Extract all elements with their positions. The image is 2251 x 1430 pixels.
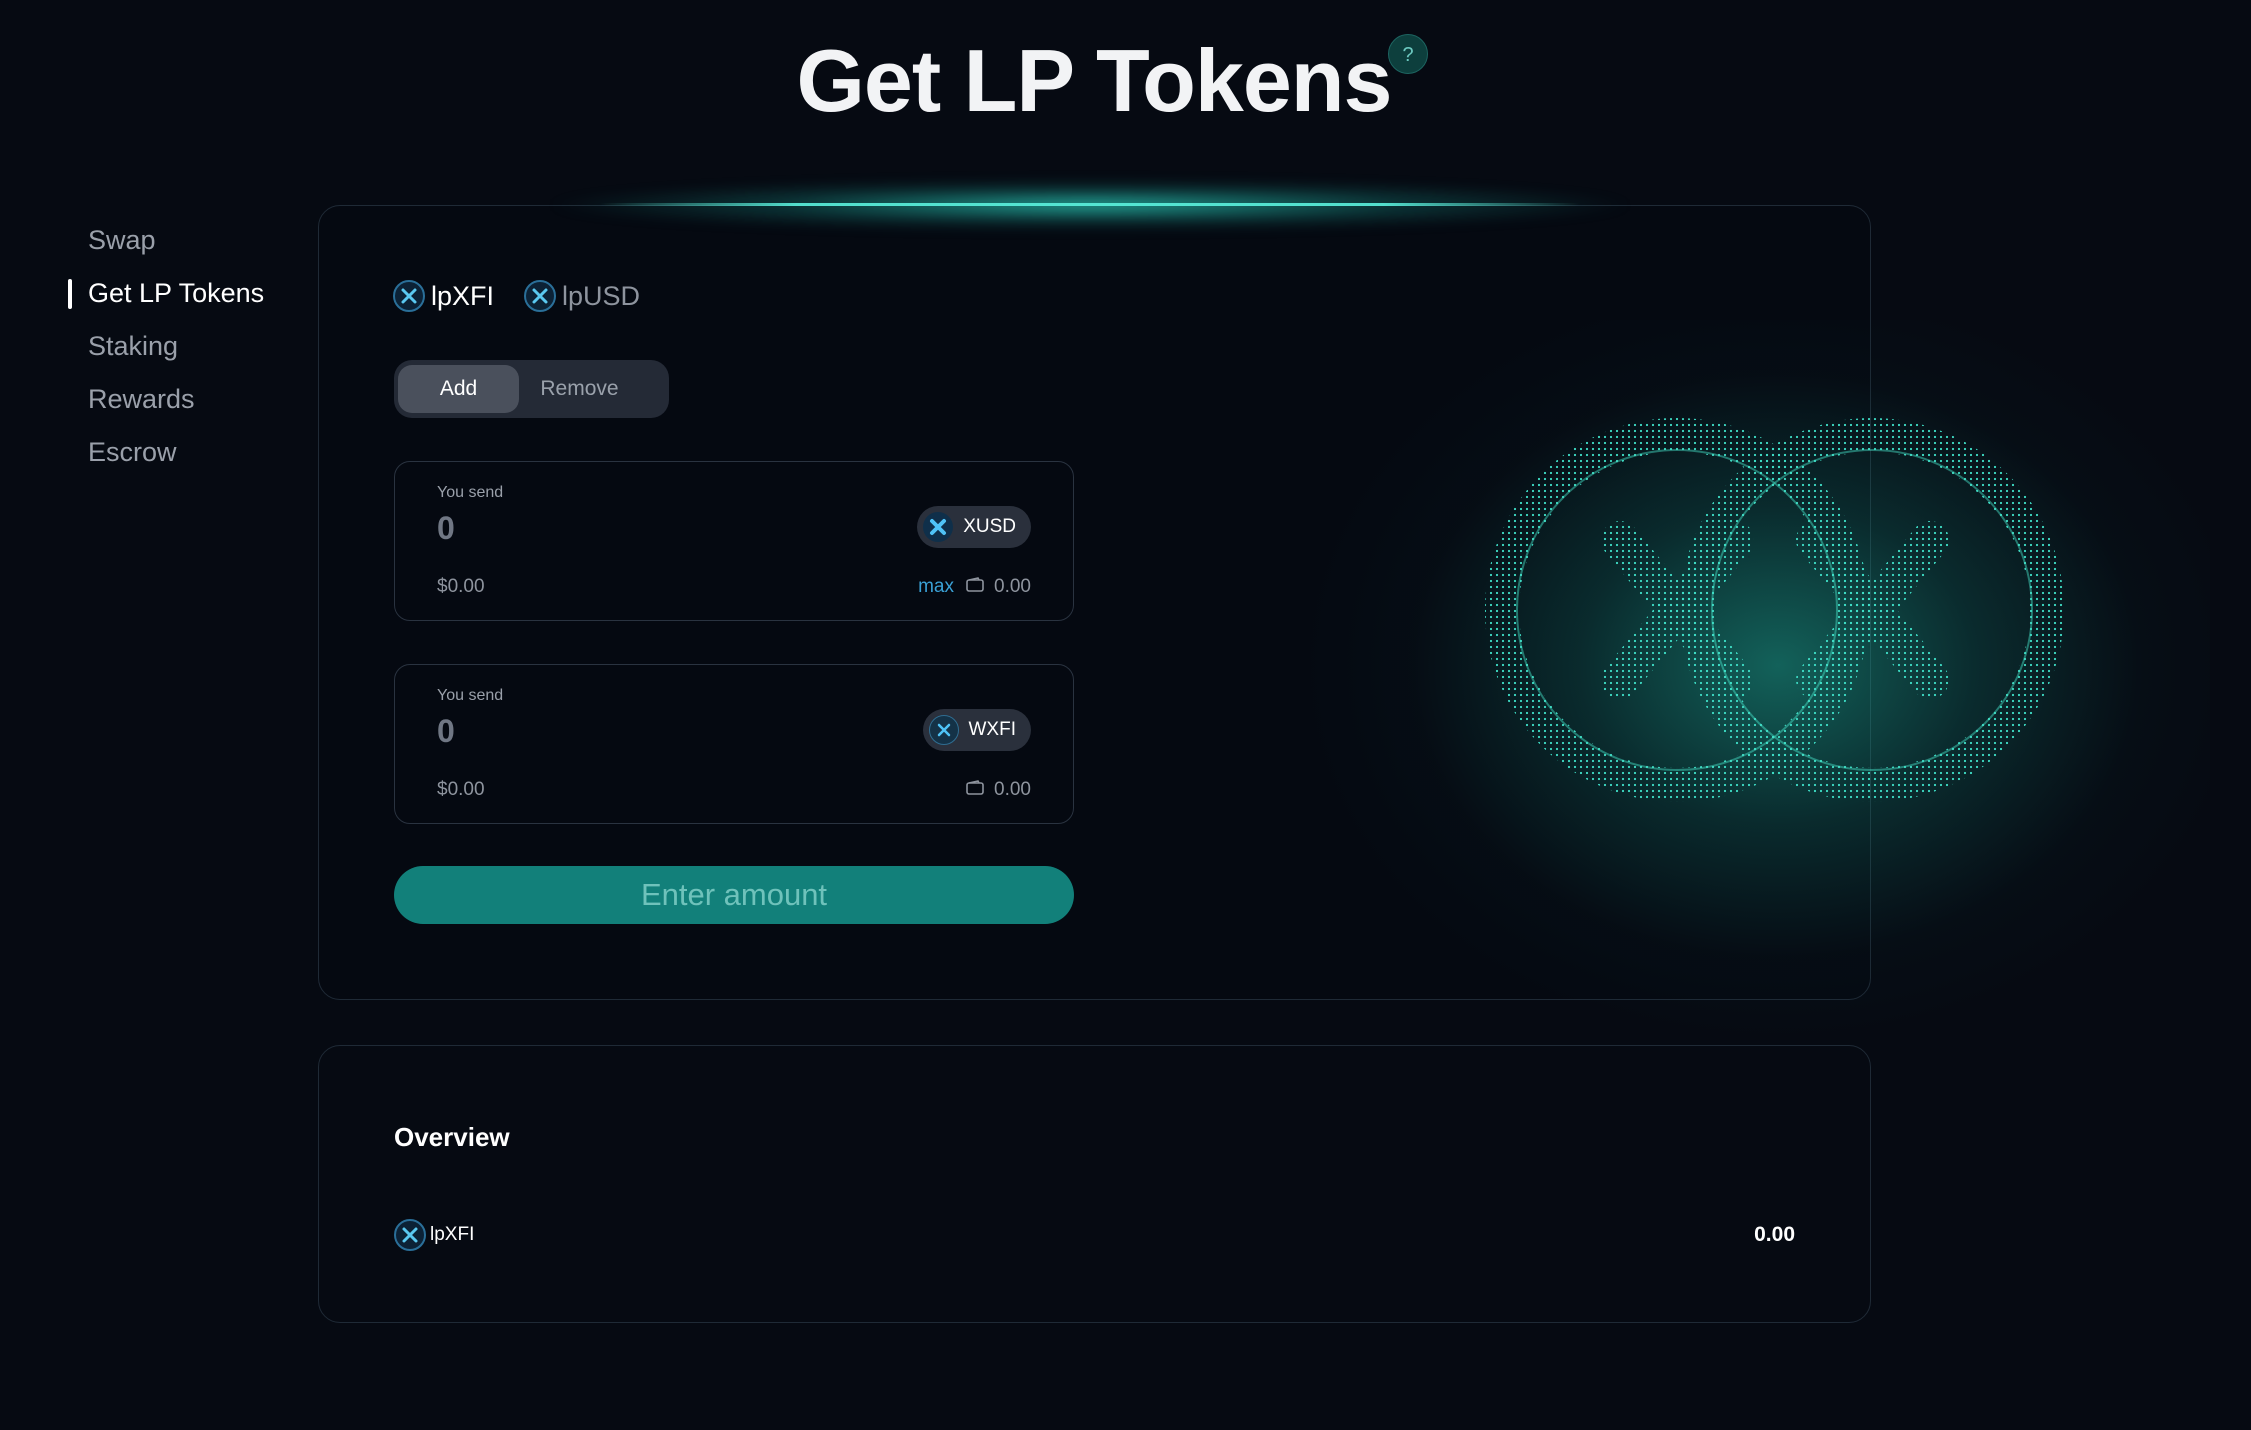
xusd-usd-value: $0.00 bbox=[437, 576, 485, 597]
xusd-balance: max 0.00 bbox=[918, 576, 1031, 598]
wxfi-token-select[interactable]: WXFI bbox=[922, 709, 1031, 751]
lpusd-icon bbox=[524, 280, 557, 312]
overview-title: Overview bbox=[394, 1122, 510, 1152]
help-button[interactable]: ? bbox=[1388, 34, 1428, 74]
add-button[interactable]: Add bbox=[398, 365, 519, 413]
enter-amount-button[interactable]: Enter amount bbox=[394, 866, 1074, 924]
xusd-input-box: You send 0 $0.00 XUSD max 0.00 bbox=[394, 461, 1074, 621]
xusd-token-select[interactable]: XUSD bbox=[917, 506, 1031, 548]
wallet-icon bbox=[966, 576, 984, 598]
xusd-token-icon bbox=[923, 512, 954, 542]
input-label: You send bbox=[437, 484, 504, 501]
sidebar-nav: Swap Get LP Tokens Staking Rewards Escro… bbox=[68, 218, 264, 483]
lpxfi-icon bbox=[393, 280, 425, 312]
xusd-balance-value: 0.00 bbox=[994, 576, 1031, 597]
sidebar-item-staking[interactable]: Staking bbox=[68, 324, 264, 377]
wxfi-amount-input[interactable]: 0 bbox=[437, 713, 455, 750]
xusd-amount-input[interactable]: 0 bbox=[437, 510, 455, 547]
max-button[interactable]: max bbox=[918, 576, 954, 598]
wxfi-token-icon bbox=[928, 715, 959, 745]
overview-token: lpXFI bbox=[394, 1219, 474, 1251]
wallet-icon bbox=[966, 779, 984, 801]
wxfi-usd-value: $0.00 bbox=[437, 779, 485, 800]
tab-lpxfi[interactable]: lpXFI bbox=[393, 280, 494, 312]
tab-lpusd-label: lpUSD bbox=[562, 280, 641, 311]
overview-token-label: lpXFI bbox=[430, 1224, 475, 1245]
overview-card: Overview lpXFI 0.00 bbox=[318, 1045, 1871, 1323]
wxfi-token-label: WXFI bbox=[968, 719, 1017, 740]
overview-row: lpXFI 0.00 bbox=[394, 1218, 1795, 1252]
sidebar-item-swap[interactable]: Swap bbox=[68, 218, 264, 271]
tab-lpusd[interactable]: lpUSD bbox=[524, 280, 640, 312]
xusd-token-label: XUSD bbox=[963, 516, 1016, 537]
input-label: You send bbox=[437, 687, 504, 704]
pool-tabs: lpXFI lpUSD bbox=[393, 280, 640, 312]
remove-button[interactable]: Remove bbox=[519, 365, 640, 413]
sidebar-item-escrow[interactable]: Escrow bbox=[68, 430, 264, 483]
sidebar-item-get-lp-tokens[interactable]: Get LP Tokens bbox=[68, 271, 264, 324]
sidebar-item-rewards[interactable]: Rewards bbox=[68, 377, 264, 430]
xfi-rings-illustration bbox=[1485, 418, 2064, 802]
tab-lpxfi-label: lpXFI bbox=[431, 280, 495, 311]
lpxfi-icon bbox=[394, 1219, 426, 1251]
wxfi-balance-value: 0.00 bbox=[994, 779, 1031, 800]
overview-token-value: 0.00 bbox=[1754, 1223, 1795, 1246]
card-top-glow-line bbox=[600, 203, 1580, 206]
wxfi-balance: 0.00 bbox=[966, 779, 1031, 801]
add-remove-toggle: Add Remove bbox=[394, 360, 669, 418]
page-title: Get LP Tokens bbox=[796, 31, 1392, 130]
wxfi-input-box: You send 0 $0.00 WXFI 0.00 bbox=[394, 664, 1074, 824]
